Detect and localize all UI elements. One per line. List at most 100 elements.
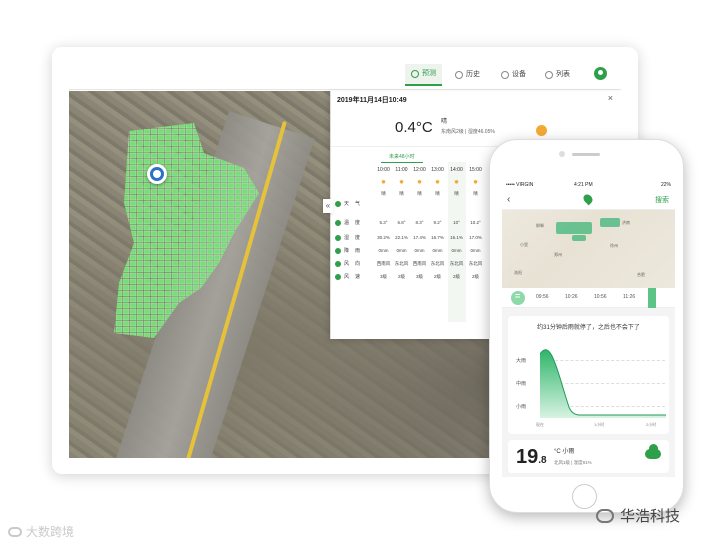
forecast-cell: 2级 <box>433 274 441 279</box>
location-pin-icon[interactable] <box>147 164 167 184</box>
sun-small-icon: ✹ <box>398 180 405 186</box>
collapse-arrow-icon[interactable]: « <box>323 199 333 213</box>
play-pause-icon[interactable] <box>511 291 525 305</box>
phone-nav-bar: ‹ 搜索 <box>502 190 675 210</box>
sun-small-icon: ✹ <box>416 180 423 186</box>
time-header: 11:00 <box>395 167 408 173</box>
city-label: 洛阳 <box>514 270 522 275</box>
row-label: 风速 <box>335 272 366 281</box>
dot-icon <box>335 273 341 280</box>
forecast-cell: 东北风 <box>430 261 445 266</box>
clock-icon <box>411 70 419 78</box>
city-label: 郑州 <box>554 252 562 257</box>
nav-list[interactable]: 列表 <box>539 64 576 86</box>
list-icon <box>545 71 553 79</box>
city-label: 合肥 <box>637 272 645 277</box>
current-condition: 晴 <box>441 119 448 125</box>
forecast-cell: 西南风 <box>412 261 427 266</box>
highlight-column <box>448 162 466 322</box>
composite-screenshot: 预测 历史 设备 列表 « 2019年11月14日10:49 × 0.4°C 晴… <box>0 0 713 545</box>
back-icon[interactable]: ‹ <box>507 194 510 205</box>
current-weather-footer: 19.8 °C 小雨 北风1级 | 湿度91% <box>508 440 669 473</box>
current-temperature: 0.4°C <box>395 119 433 136</box>
forecast-cell: 晴 <box>399 191 404 196</box>
forecast-cell: 西南风 <box>376 261 391 266</box>
forecast-cell: 9.2° <box>433 220 442 225</box>
forecast-cell: 22.1% <box>395 235 408 240</box>
timeline-bar[interactable]: 09:56 10:26 10:56 11:26 <box>502 288 675 308</box>
x-tick: 1小时 <box>594 422 605 427</box>
sun-small-icon: ✹ <box>380 180 387 186</box>
forecast-cell: 2级 <box>471 274 479 279</box>
x-tick: 2小时 <box>646 422 657 427</box>
dot-icon <box>335 234 341 241</box>
forecast-cell: 17.4% <box>413 235 426 240</box>
battery: 22% <box>660 182 671 188</box>
city-label: 邯郸 <box>536 223 544 228</box>
rain-cloud-icon <box>645 444 661 459</box>
forecast-cell: 10.2° <box>470 220 481 225</box>
dot-icon <box>335 200 341 207</box>
dot-icon <box>335 247 341 254</box>
search-button[interactable]: 搜索 <box>655 195 669 205</box>
phone-screen: ••••• VIRGIN 4:21 PM 22% ‹ 搜索 邯郸 济南 郑州 合… <box>502 180 675 477</box>
precipitation-curve <box>540 349 666 418</box>
dot-icon <box>335 260 341 267</box>
timeline-tick: 11:26 <box>623 294 636 300</box>
forecast-cell: 2级 <box>397 274 405 279</box>
camera-icon <box>559 151 565 157</box>
row-label: 降雨 <box>335 246 366 255</box>
watermark-left: 大数跨境 <box>8 523 74 540</box>
forecast-cell: 3级 <box>379 274 387 279</box>
forecast-cell: 晴 <box>417 191 422 196</box>
row-label: 风向 <box>335 259 366 268</box>
popup-datetime: 2019年11月14日10:49 <box>337 97 407 104</box>
nav-devices[interactable]: 设备 <box>495 64 532 86</box>
forecast-cell: 晴 <box>473 191 478 196</box>
time-header: 14:00 <box>450 167 463 173</box>
location-icon[interactable] <box>581 192 595 206</box>
timeline-cursor[interactable] <box>648 288 656 308</box>
time-header: 12:00 <box>413 167 426 173</box>
time-header: 15:00 <box>469 167 482 173</box>
user-avatar-icon[interactable] <box>594 67 607 80</box>
phone-condition: °C 小雨 <box>554 449 575 455</box>
rain-cell <box>572 235 586 241</box>
watermark-right: 华浩科技 <box>596 505 680 526</box>
forecast-cell: 3级 <box>415 274 423 279</box>
row-label: 温度 <box>335 218 366 227</box>
forecast-cell: 30.2% <box>377 235 390 240</box>
close-icon[interactable]: × <box>608 93 613 103</box>
history-icon <box>455 71 463 79</box>
nav-forecast[interactable]: 预测 <box>405 64 442 86</box>
home-button[interactable] <box>572 484 597 509</box>
forecast-cell: 0mm <box>451 248 462 253</box>
forecast-cell: 晴 <box>381 191 386 196</box>
city-label: 徐州 <box>610 243 618 248</box>
logo-ring-icon <box>8 526 22 537</box>
forecast-cell: 东北风 <box>449 261 464 266</box>
radar-map[interactable]: 邯郸 济南 郑州 合肥 徐州 小里 洛阳 <box>502 210 675 288</box>
timeline-tick: 09:56 <box>536 294 549 300</box>
top-nav-bar: 预测 历史 设备 列表 <box>69 60 621 90</box>
time-header: 13:00 <box>431 167 444 173</box>
forecast-cell: 16.1% <box>450 235 463 240</box>
level-heavy: 大雨 <box>516 358 527 364</box>
city-label: 小里 <box>520 242 528 247</box>
sun-small-icon: ✹ <box>453 180 460 186</box>
forecast-cell: 8.3° <box>415 220 424 225</box>
rain-cell <box>600 218 620 227</box>
forecast-cell: 晴 <box>454 191 459 196</box>
forecast-cell: 17.0% <box>469 235 482 240</box>
forecast-cell: 0mm <box>470 248 481 253</box>
tab-48h[interactable]: 未来48小时 <box>381 153 423 163</box>
forecast-cell: 0mm <box>378 248 389 253</box>
carrier: ••••• VIRGIN <box>506 182 534 188</box>
forecast-cell: 2级 <box>452 274 460 279</box>
sun-icon <box>536 125 547 136</box>
rain-cell <box>556 222 592 234</box>
forecast-cell: 晴 <box>435 191 440 196</box>
nav-history[interactable]: 历史 <box>449 64 486 86</box>
precipitation-card: 约31分钟后雨就停了，之后也不会下了 大雨 中雨 小雨 现在 1小时 2小时 <box>508 316 669 434</box>
forecast-cell: 10° <box>453 220 460 225</box>
